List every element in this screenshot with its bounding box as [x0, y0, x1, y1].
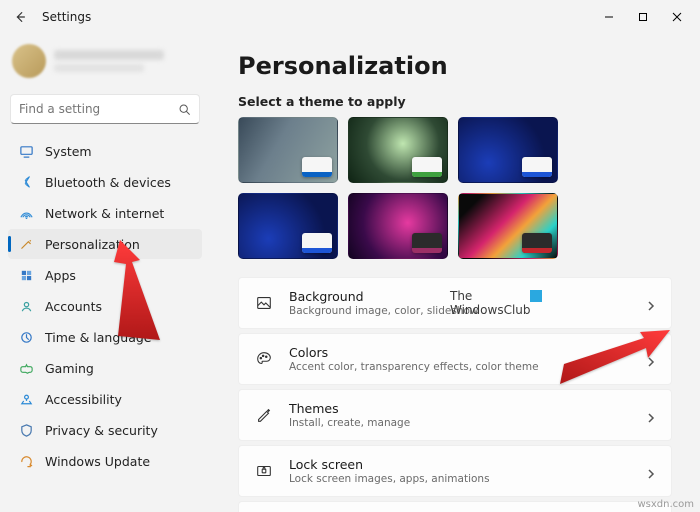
themes-icon: [253, 404, 275, 426]
sidebar-item-personalization[interactable]: Personalization: [8, 229, 202, 259]
theme-preview-mini: [412, 233, 442, 253]
setting-title: Background: [289, 289, 631, 304]
theme-section-label: Select a theme to apply: [238, 94, 672, 109]
nav-icon: [18, 298, 34, 314]
user-account-block[interactable]: [8, 38, 202, 90]
theme-preview-mini: [412, 157, 442, 177]
nav-label: Network & internet: [45, 206, 164, 221]
content-area: Personalization Select a theme to apply …: [210, 34, 700, 512]
maximize-icon: [638, 12, 648, 22]
nav-icon: [18, 267, 34, 283]
maximize-button[interactable]: [626, 3, 660, 31]
setting-title: Lock screen: [289, 457, 631, 472]
setting-title: Themes: [289, 401, 631, 416]
setting-row-lock[interactable]: Lock screenLock screen images, apps, ani…: [238, 445, 672, 497]
setting-title: Colors: [289, 345, 631, 360]
setting-text: BackgroundBackground image, color, slide…: [289, 289, 631, 317]
setting-subtitle: Install, create, manage: [289, 417, 631, 429]
theme-thumbnail[interactable]: [238, 193, 338, 259]
setting-subtitle: Lock screen images, apps, animations: [289, 473, 631, 485]
nav-icon: [18, 143, 34, 159]
close-button[interactable]: [660, 3, 694, 31]
search-box[interactable]: [10, 94, 200, 124]
settings-list: BackgroundBackground image, color, slide…: [238, 277, 672, 512]
theme-thumbnail[interactable]: [348, 117, 448, 183]
app-title: Settings: [42, 10, 91, 24]
theme-thumbnail[interactable]: [348, 193, 448, 259]
chevron-right-icon: [645, 465, 657, 477]
sidebar-item-accounts[interactable]: Accounts: [8, 291, 202, 321]
nav-label: Personalization: [45, 237, 140, 252]
colors-icon: [253, 348, 275, 370]
nav-label: System: [45, 144, 92, 159]
search-icon: [178, 103, 191, 116]
theme-preview-mini: [522, 233, 552, 253]
close-icon: [672, 12, 682, 22]
background-icon: [253, 292, 275, 314]
sidebar-item-bluetooth-devices[interactable]: Bluetooth & devices: [8, 167, 202, 197]
nav-label: Bluetooth & devices: [45, 175, 171, 190]
nav-label: Gaming: [45, 361, 94, 376]
nav-label: Privacy & security: [45, 423, 158, 438]
nav-label: Accessibility: [45, 392, 122, 407]
nav-icon: [18, 236, 34, 252]
theme-preview-mini: [302, 157, 332, 177]
back-button[interactable]: [6, 3, 34, 31]
chevron-right-icon: [645, 353, 657, 365]
sidebar-item-gaming[interactable]: Gaming: [8, 353, 202, 383]
setting-row-colors[interactable]: ColorsAccent color, transparency effects…: [238, 333, 672, 385]
setting-row-themes[interactable]: ThemesInstall, create, manage: [238, 389, 672, 441]
nav-icon: [18, 329, 34, 345]
setting-row-keyboard[interactable]: Touch keyboardThemes, size: [238, 501, 672, 512]
sidebar-item-apps[interactable]: Apps: [8, 260, 202, 290]
search-input[interactable]: [19, 102, 178, 116]
minimize-icon: [604, 12, 614, 22]
user-text: [54, 50, 198, 72]
setting-subtitle: Background image, color, slideshow: [289, 305, 631, 317]
nav-icon: [18, 391, 34, 407]
nav-icon: [18, 174, 34, 190]
sidebar-item-network-internet[interactable]: Network & internet: [8, 198, 202, 228]
theme-thumbnail[interactable]: [238, 117, 338, 183]
minimize-button[interactable]: [592, 3, 626, 31]
nav-label: Accounts: [45, 299, 102, 314]
themes-grid: [238, 117, 672, 259]
sidebar-item-windows-update[interactable]: Windows Update: [8, 446, 202, 476]
titlebar: Settings: [0, 0, 700, 34]
sidebar-item-privacy-security[interactable]: Privacy & security: [8, 415, 202, 445]
nav-label: Time & language: [45, 330, 151, 345]
nav-icon: [18, 422, 34, 438]
theme-preview-mini: [302, 233, 332, 253]
chevron-right-icon: [645, 409, 657, 421]
sidebar-item-system[interactable]: System: [8, 136, 202, 166]
chevron-right-icon: [645, 297, 657, 309]
avatar: [12, 44, 46, 78]
page-title: Personalization: [238, 52, 672, 80]
setting-text: ThemesInstall, create, manage: [289, 401, 631, 429]
setting-text: ColorsAccent color, transparency effects…: [289, 345, 631, 373]
sidebar-item-time-language[interactable]: Time & language: [8, 322, 202, 352]
setting-text: Lock screenLock screen images, apps, ani…: [289, 457, 631, 485]
nav-icon: [18, 205, 34, 221]
sidebar-item-accessibility[interactable]: Accessibility: [8, 384, 202, 414]
nav-label: Windows Update: [45, 454, 150, 469]
sidebar: System Bluetooth & devices Network & inter…: [0, 34, 210, 512]
nav-icon: [18, 453, 34, 469]
back-arrow-icon: [13, 10, 27, 24]
theme-preview-mini: [522, 157, 552, 177]
theme-thumbnail[interactable]: [458, 193, 558, 259]
theme-thumbnail[interactable]: [458, 117, 558, 183]
setting-row-background[interactable]: BackgroundBackground image, color, slide…: [238, 277, 672, 329]
nav-list: System Bluetooth & devices Network & inter…: [8, 136, 202, 476]
setting-subtitle: Accent color, transparency effects, colo…: [289, 361, 631, 373]
nav-icon: [18, 360, 34, 376]
lock-icon: [253, 460, 275, 482]
nav-label: Apps: [45, 268, 76, 283]
